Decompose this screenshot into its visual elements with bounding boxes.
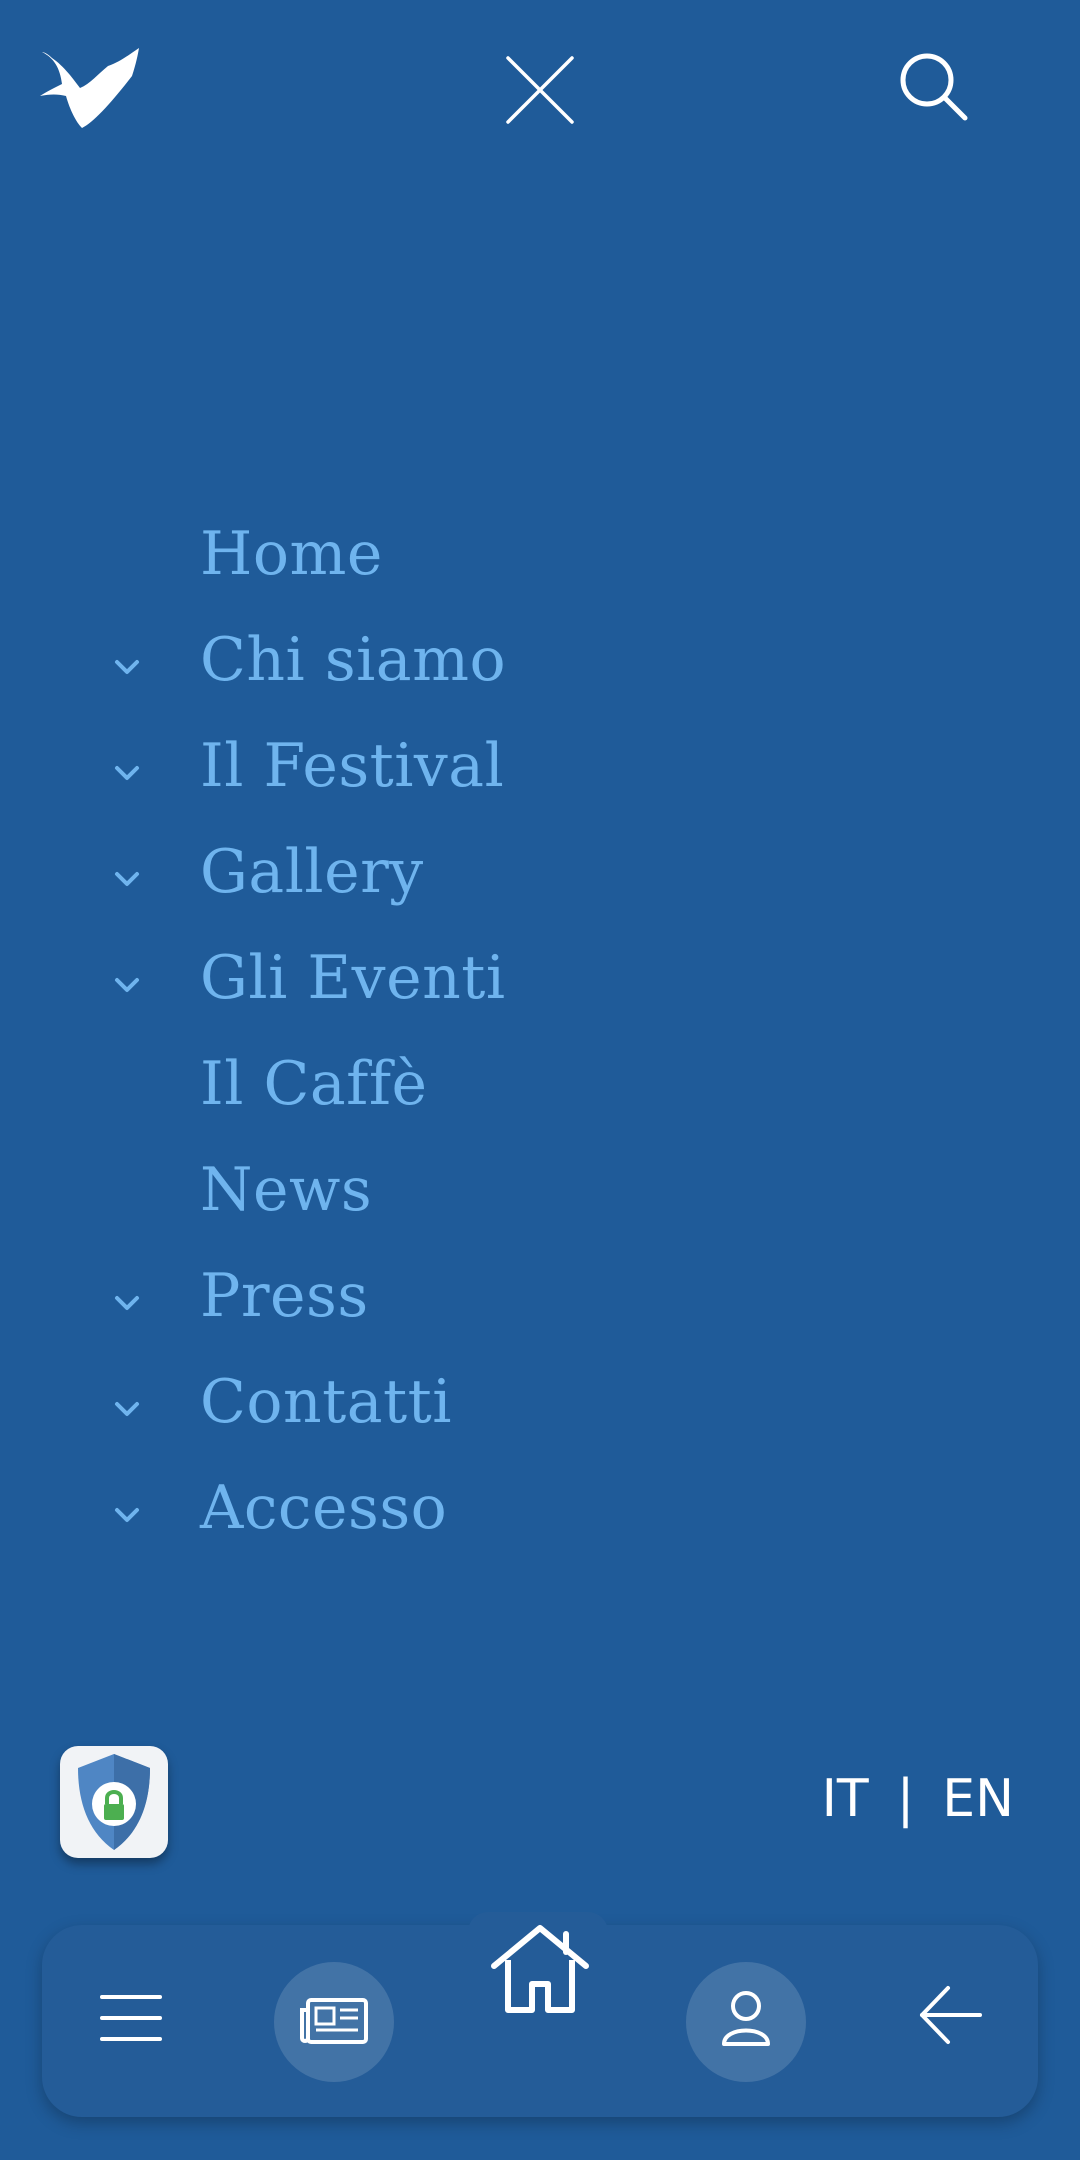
menu-item-il-caffe[interactable]: Il Caffè <box>0 1030 1080 1136</box>
menu-item-label: Gallery <box>200 837 424 907</box>
chevron-down-icon[interactable] <box>112 654 142 680</box>
menu-item-contatti[interactable]: Contatti <box>0 1348 1080 1454</box>
chevron-down-icon[interactable] <box>112 1396 142 1422</box>
menu-item-chi-siamo[interactable]: Chi siamo <box>0 606 1080 712</box>
menu-button[interactable] <box>96 1983 166 2053</box>
menu-item-label: Contatti <box>200 1367 452 1437</box>
menu-item-gli-eventi[interactable]: Gli Eventi <box>0 924 1080 1030</box>
menu-item-label: News <box>200 1155 373 1225</box>
home-button[interactable] <box>488 1922 592 2018</box>
menu-item-label: Gli Eventi <box>200 943 506 1013</box>
menu-item-label: Accesso <box>200 1473 448 1543</box>
arrow-left-icon <box>920 1986 982 2044</box>
news-button[interactable] <box>274 1962 394 2082</box>
chevron-down-icon[interactable] <box>112 1502 142 1528</box>
account-button[interactable] <box>686 1962 806 2082</box>
menu-item-label: Il Festival <box>200 731 505 801</box>
close-icon <box>506 56 574 124</box>
back-button[interactable] <box>916 1980 986 2050</box>
menu-item-label: Il Caffè <box>200 1049 428 1119</box>
hamburger-menu-icon <box>100 1995 162 2041</box>
user-icon <box>722 1991 770 2046</box>
menu-item-label: Press <box>200 1261 369 1331</box>
menu-item-gallery[interactable]: Gallery <box>0 818 1080 924</box>
chevron-down-icon[interactable] <box>112 866 142 892</box>
newspaper-icon <box>300 1998 368 2044</box>
menu-item-news[interactable]: News <box>0 1136 1080 1242</box>
search-icon <box>900 53 968 121</box>
main-menu: Home Chi siamo Il Festival Gallery Gli E… <box>0 500 1080 1560</box>
menu-item-press[interactable]: Press <box>0 1242 1080 1348</box>
top-bar <box>0 0 1080 180</box>
home-icon <box>491 1925 589 2013</box>
chevron-down-icon[interactable] <box>112 1290 142 1316</box>
search-button[interactable] <box>895 48 975 128</box>
menu-item-il-festival[interactable]: Il Festival <box>0 712 1080 818</box>
menu-item-home[interactable]: Home <box>0 500 1080 606</box>
language-en[interactable]: EN <box>942 1764 1014 1834</box>
menu-item-accesso[interactable]: Accesso <box>0 1454 1080 1560</box>
language-it[interactable]: IT <box>822 1764 869 1834</box>
language-separator: | <box>896 1769 915 1829</box>
chevron-down-icon[interactable] <box>112 760 142 786</box>
privacy-settings-button[interactable] <box>60 1746 168 1858</box>
menu-item-label: Home <box>200 519 383 589</box>
menu-item-label: Chi siamo <box>200 625 507 695</box>
shield-lock-icon <box>78 1754 150 1850</box>
language-switcher: IT | EN <box>822 1764 1014 1834</box>
chevron-down-icon[interactable] <box>112 972 142 998</box>
bird-logo-icon[interactable] <box>40 44 140 134</box>
close-button[interactable] <box>500 50 580 130</box>
